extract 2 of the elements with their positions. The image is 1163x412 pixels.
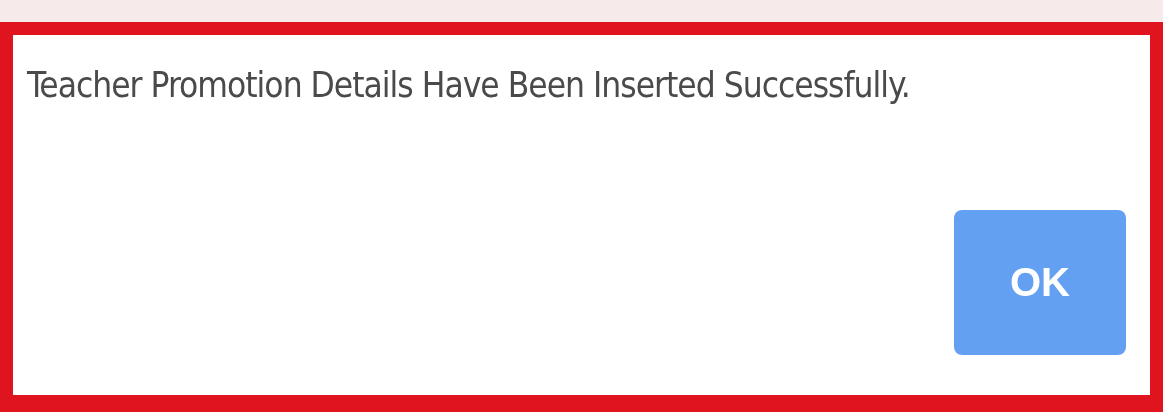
ok-button[interactable]: OK — [954, 210, 1126, 355]
dialog-message: Teacher Promotion Details Have Been Inserted Successfully. — [27, 65, 911, 105]
